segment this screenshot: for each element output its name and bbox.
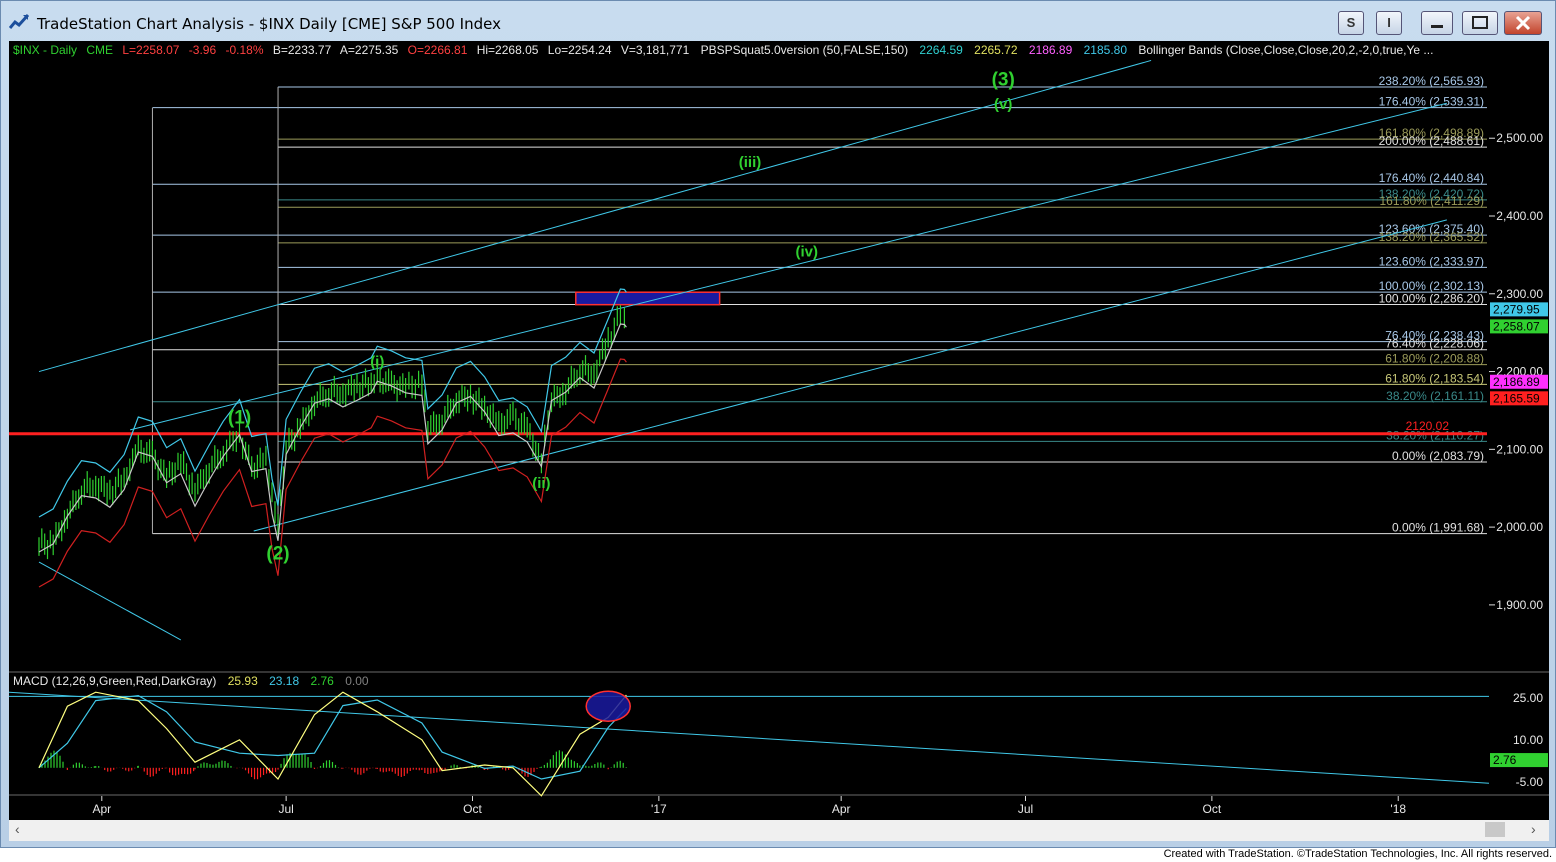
x-tick-label: '18 [1390, 802, 1406, 816]
app-window: TradeStation Chart Analysis - $INX Daily… [0, 0, 1556, 848]
macd-pane [9, 673, 1489, 795]
header-change: -3.96 [189, 43, 217, 57]
chart-svg: ‹ › 238.20% (2,565.93) 176.40% (2,539.31)… [8, 41, 1549, 841]
fib-label: 123.60% (2,333.97) [1379, 254, 1484, 268]
header-line: $INX - Daily CME L=2258.07 -3.96 -0.18% … [13, 43, 1433, 57]
minimize-button[interactable] [1421, 11, 1453, 35]
header-study: PBSPSquat5.0version (50,FALSE,150) [701, 43, 908, 57]
fib-label: 76.40% (2,228.06) [1385, 337, 1484, 351]
header-low: Lo=2254.24 [548, 43, 612, 57]
fib-label: 200.00% (2,488.61) [1379, 134, 1484, 148]
header-ask: A=2275.35 [340, 43, 399, 57]
header-exchange: CME [86, 43, 113, 57]
macd-val-2: 23.18 [269, 674, 299, 688]
macd-val-1: 25.93 [228, 674, 258, 688]
macd-header: MACD (12,26,9,Green,Red,DarkGray) 25.93 … [13, 674, 369, 688]
fib-label: 61.80% (2,208.88) [1385, 352, 1484, 366]
y-tick-label: 2,500.00 [1496, 131, 1543, 145]
x-tick-label: Apr [832, 802, 851, 816]
i-button[interactable]: I [1376, 11, 1402, 35]
macd-y-tick-label: 25.00 [1513, 691, 1543, 705]
fib-label: 176.40% (2,539.31) [1379, 95, 1484, 109]
wave-label: (ii) [532, 475, 550, 492]
x-tick-label: Oct [463, 802, 482, 816]
wave-label: (3) [992, 69, 1015, 90]
fib-label: 176.40% (2,440.84) [1379, 171, 1484, 185]
close-button[interactable] [1504, 11, 1542, 35]
wave-label: (1) [228, 407, 251, 428]
wave-label: (v) [994, 96, 1012, 113]
macd-val-4: 0.00 [345, 674, 369, 688]
minimize-icon [1431, 25, 1443, 28]
wave-label: (i) [370, 353, 384, 370]
s-button[interactable]: S [1338, 11, 1364, 35]
support-label: 2120.02 [1406, 419, 1450, 433]
header-study-val-4: 2185.80 [1084, 43, 1128, 57]
scrollbar-thumb[interactable] [1485, 822, 1505, 837]
header-bid: B=2233.77 [273, 43, 332, 57]
fib-label: 238.20% (2,565.93) [1379, 74, 1484, 88]
status-bar: Created with TradeStation. ©TradeStation… [0, 848, 1556, 862]
header-last: L=2258.07 [122, 43, 179, 57]
macd-label: MACD (12,26,9,Green,Red,DarkGray) [13, 674, 216, 688]
header-study-val-1: 2264.59 [919, 43, 963, 57]
window-title: TradeStation Chart Analysis - $INX Daily… [37, 15, 501, 33]
credit-text: Created with TradeStation. ©TradeStation… [1163, 848, 1552, 860]
y-tick-label: 2,100.00 [1496, 442, 1543, 456]
fib-label: 100.00% (2,286.20) [1379, 292, 1484, 306]
macd-highlight-ellipse [585, 690, 631, 722]
y-tick-label: 2,400.00 [1496, 209, 1543, 223]
price-pane [9, 41, 1489, 671]
header-study-val-2: 2265.72 [974, 43, 1018, 57]
y-tick-label: 2,000.00 [1496, 520, 1543, 534]
price-badge-label: 2,258.07 [1493, 319, 1540, 333]
scroll-right-arrow-icon[interactable]: › [1531, 821, 1536, 837]
header-volume: V=3,181,771 [621, 43, 690, 57]
price-badge-label: 2,165.59 [1493, 391, 1540, 405]
fib-label: 0.00% (2,083.79) [1392, 449, 1484, 463]
wave-label: (iv) [795, 244, 818, 261]
macd-y-tick-label: -5.00 [1516, 775, 1544, 789]
fib-label: 61.80% (2,183.54) [1385, 371, 1484, 385]
header-open: O=2266.81 [408, 43, 468, 57]
x-tick-label: Jul [278, 802, 293, 816]
header-high: Hi=2268.05 [477, 43, 539, 57]
chart-frame: ‹ › 238.20% (2,565.93) 176.40% (2,539.31)… [8, 41, 1549, 841]
header-symbol: $INX - Daily [13, 43, 77, 57]
title-bar: TradeStation Chart Analysis - $INX Daily… [1, 1, 1555, 41]
scroll-left-arrow-icon[interactable]: ‹ [15, 821, 20, 837]
macd-val-3: 2.76 [311, 674, 335, 688]
y-tick-label: 2,300.00 [1496, 287, 1543, 301]
maximize-icon [1472, 16, 1488, 29]
wave-label: (2) [266, 544, 289, 565]
macd-y-tick-label: 10.00 [1513, 733, 1543, 747]
fib-label: 38.20% (2,161.11) [1386, 389, 1484, 403]
macd-badge-label: 2.76 [1493, 753, 1517, 767]
y-tick-label: 1,900.00 [1496, 598, 1543, 612]
target-box [575, 291, 721, 306]
wave-label: (iii) [739, 154, 762, 171]
x-tick-label: '17 [651, 802, 667, 816]
x-tick-label: Oct [1203, 802, 1222, 816]
header-change-pct: -0.18% [225, 43, 263, 57]
fib-label: 161.80% (2,411.29) [1379, 194, 1484, 208]
fib-label: 0.00% (1,991.68) [1392, 521, 1484, 535]
x-tick-label: Apr [92, 802, 111, 816]
tradestation-logo-icon [9, 13, 29, 29]
horizontal-scrollbar[interactable] [9, 820, 1549, 841]
close-icon [1515, 15, 1531, 31]
fib-label: 138.20% (2,365.52) [1379, 230, 1484, 244]
price-badge-label: 2,279.95 [1493, 302, 1540, 316]
x-tick-label: Jul [1018, 802, 1033, 816]
header-study-val-3: 2186.89 [1029, 43, 1073, 57]
time-axis [9, 796, 1489, 820]
header-bollinger: Bollinger Bands (Close,Close,Close,20,2,… [1138, 43, 1433, 57]
price-badge-label: 2,186.89 [1493, 375, 1540, 389]
maximize-button[interactable] [1462, 11, 1498, 35]
